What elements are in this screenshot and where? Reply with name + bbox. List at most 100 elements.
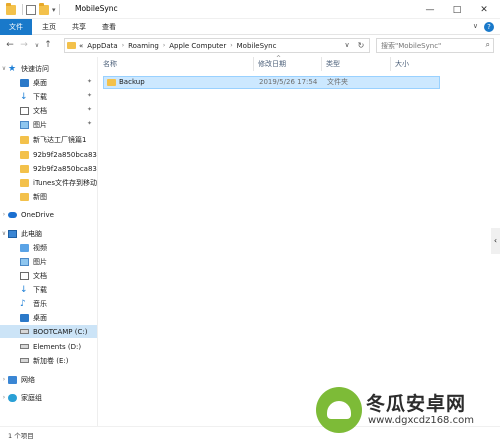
file-name: Backup (119, 78, 145, 86)
sidebar-item-folder-5[interactable]: 新图 (0, 190, 97, 203)
sidebar-item-folder-2[interactable]: 92b9f2a850bca83 (0, 148, 97, 161)
customize-toolbar-icon[interactable]: ▾ (52, 6, 56, 14)
breadcrumb-roaming[interactable]: Roaming (128, 42, 159, 50)
drive-icon (20, 329, 29, 334)
folder-icon (20, 178, 29, 187)
android-logo-icon (316, 387, 362, 433)
sidebar-item-elements-drive[interactable]: Elements (D:) (0, 340, 97, 353)
video-icon (20, 243, 29, 252)
file-type: 文件夹 (327, 78, 348, 86)
pin-icon: ✦ (86, 106, 92, 113)
search-input[interactable] (377, 39, 477, 52)
breadcrumb-appdata[interactable]: AppData (87, 42, 117, 50)
sidebar-item-downloads[interactable]: ↓ 下载 ✦ (0, 90, 97, 103)
folder-icon (20, 164, 29, 173)
folder-icon (6, 2, 16, 15)
minimize-button[interactable]: — (420, 0, 440, 19)
breadcrumb-overflow[interactable]: « (79, 42, 83, 50)
sidebar-item-network[interactable]: › 网络 (0, 373, 97, 386)
folder-icon (107, 79, 116, 86)
music-icon: ♪ (20, 298, 26, 309)
download-icon: ↓ (20, 284, 28, 295)
network-icon (8, 375, 17, 384)
back-button[interactable]: ← (4, 39, 16, 52)
chevron-down-icon[interactable]: ∨ (0, 230, 8, 237)
breadcrumb-mobilesync[interactable]: MobileSync (237, 42, 277, 50)
sidebar-item-folder-4[interactable]: iTunes文件存到移动 (0, 176, 97, 189)
folder-icon (20, 150, 29, 159)
picture-icon (20, 257, 29, 266)
sidebar-item-music[interactable]: ♪ 音乐 (0, 297, 97, 310)
sidebar-item-pictures[interactable]: 图片 ✦ (0, 118, 97, 131)
item-count: 1 个项目 (8, 432, 34, 440)
sidebar-item-desktop-pc[interactable]: 桌面 (0, 311, 97, 324)
sidebar-item-videos[interactable]: 视频 (0, 241, 97, 254)
pc-icon (8, 229, 17, 238)
folder-icon (20, 135, 29, 144)
chevron-down-icon[interactable]: ∨ (0, 65, 8, 72)
sidebar-item-this-pc[interactable]: ∨ 此电脑 (0, 227, 97, 240)
homegroup-icon (8, 393, 17, 402)
chevron-right-icon[interactable]: › (0, 376, 8, 383)
refresh-icon[interactable]: ↻ (355, 39, 367, 52)
new-folder-icon[interactable] (39, 2, 49, 15)
sidebar-item-pictures-pc[interactable]: 图片 (0, 255, 97, 268)
properties-icon[interactable] (26, 4, 36, 15)
pin-icon: ✦ (86, 78, 92, 85)
sidebar-item-folder-1[interactable]: 新飞达工厂镜篇1 (0, 133, 97, 146)
pin-icon: ✦ (86, 120, 92, 127)
watermark-url: www.dgxcdz168.com (368, 415, 474, 426)
details-pane-toggle[interactable]: ‹ (491, 228, 500, 254)
sidebar-item-documents[interactable]: 文档 ✦ (0, 104, 97, 117)
column-header-size[interactable]: 大小 (391, 57, 442, 71)
column-header-type[interactable]: 类型 (322, 57, 391, 71)
folder-icon (67, 42, 76, 49)
title-bar: ▾ MobileSync — □ ✕ (0, 0, 500, 19)
document-icon (20, 271, 29, 280)
search-box[interactable]: ⌕ (376, 38, 494, 53)
document-icon (20, 106, 29, 115)
sidebar-item-documents-pc[interactable]: 文档 (0, 269, 97, 282)
ribbon-tabs: 文件 主页 共享 查看 ∨ ? (0, 19, 500, 35)
pin-icon: ✦ (86, 92, 92, 99)
chevron-right-icon[interactable]: › (0, 211, 8, 218)
column-header-name[interactable]: 名称 (99, 57, 254, 71)
expand-ribbon-icon[interactable]: ∨ (473, 22, 478, 32)
star-icon: ★ (8, 63, 17, 74)
sidebar-item-onedrive[interactable]: › OneDrive (0, 208, 97, 221)
sidebar-item-downloads-pc[interactable]: ↓ 下载 (0, 283, 97, 296)
tab-file[interactable]: 文件 (0, 19, 32, 35)
tab-home[interactable]: 主页 (36, 19, 62, 35)
search-icon: ⌕ (485, 40, 490, 49)
address-dropdown-icon[interactable]: ∨ (341, 39, 353, 52)
file-modified: 2019/5/26 17:54 (259, 78, 318, 86)
address-bar[interactable]: « AppData › Roaming › Apple Computer › M… (64, 38, 370, 53)
sidebar-item-new-volume-drive[interactable]: 新加卷 (E:) (0, 354, 97, 367)
sidebar-item-bootcamp-drive[interactable]: BOOTCAMP (C:) (0, 325, 97, 338)
navigation-pane[interactable]: ∨ ★ 快速访问 桌面 ✦ ↓ 下载 ✦ 文档 ✦ 图片 ✦ 新飞达工厂镜篇1 … (0, 57, 98, 426)
tab-share[interactable]: 共享 (66, 19, 92, 35)
column-header-modified[interactable]: 修改日期 (254, 57, 322, 71)
close-button[interactable]: ✕ (474, 0, 494, 19)
forward-button[interactable]: → (18, 39, 30, 52)
sidebar-item-quick-access[interactable]: ∨ ★ 快速访问 (0, 62, 97, 75)
chevron-right-icon[interactable]: › (0, 394, 8, 401)
sidebar-item-desktop[interactable]: 桌面 ✦ (0, 76, 97, 89)
up-button[interactable]: ↑ (42, 39, 54, 52)
cloud-icon (8, 211, 17, 218)
navigation-bar: ← → ∨ ↑ « AppData › Roaming › Apple Comp… (0, 36, 500, 56)
drive-icon (20, 344, 29, 349)
table-row[interactable]: Backup 2019/5/26 17:54 文件夹 (103, 76, 440, 89)
watermark-title: 冬瓜安卓网 (366, 393, 467, 415)
picture-icon (20, 120, 29, 129)
watermark: 冬瓜安卓网 www.dgxcdz168.com (316, 387, 500, 437)
maximize-button[interactable]: □ (447, 0, 467, 19)
sidebar-item-homegroup[interactable]: › 家庭组 (0, 391, 97, 404)
desktop-icon (20, 78, 29, 87)
sidebar-item-folder-3[interactable]: 92b9f2a850bca83 (0, 162, 97, 175)
file-list-view[interactable]: 名称 ^ 修改日期 类型 大小 Backup 2019/5/26 17:54 文… (99, 55, 490, 426)
breadcrumb-apple-computer[interactable]: Apple Computer (169, 42, 226, 50)
help-icon[interactable]: ? (484, 22, 494, 32)
tab-view[interactable]: 查看 (96, 19, 122, 35)
folder-icon (20, 192, 29, 201)
